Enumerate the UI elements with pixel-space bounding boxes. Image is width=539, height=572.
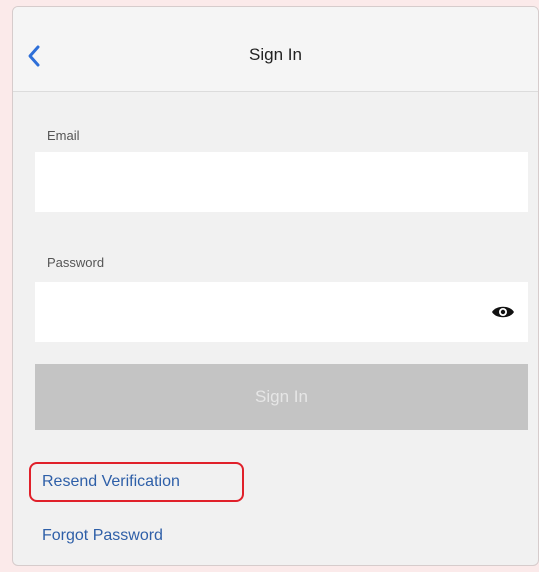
email-label: Email <box>47 128 80 143</box>
forgot-password-link[interactable]: Forgot Password <box>42 527 163 545</box>
show-password-toggle[interactable] <box>489 301 517 323</box>
resend-verification-link[interactable]: Resend Verification <box>42 473 180 491</box>
password-field[interactable] <box>35 282 528 342</box>
sign-in-screen: Sign In Email Password Sign In Resend Ve… <box>12 6 539 566</box>
page-title: Sign In <box>249 45 302 64</box>
eye-icon <box>492 306 514 318</box>
email-field[interactable] <box>35 152 528 212</box>
password-label: Password <box>47 255 105 270</box>
sign-in-button[interactable]: Sign In <box>35 364 528 430</box>
navigation-bar: Sign In <box>13 7 538 92</box>
